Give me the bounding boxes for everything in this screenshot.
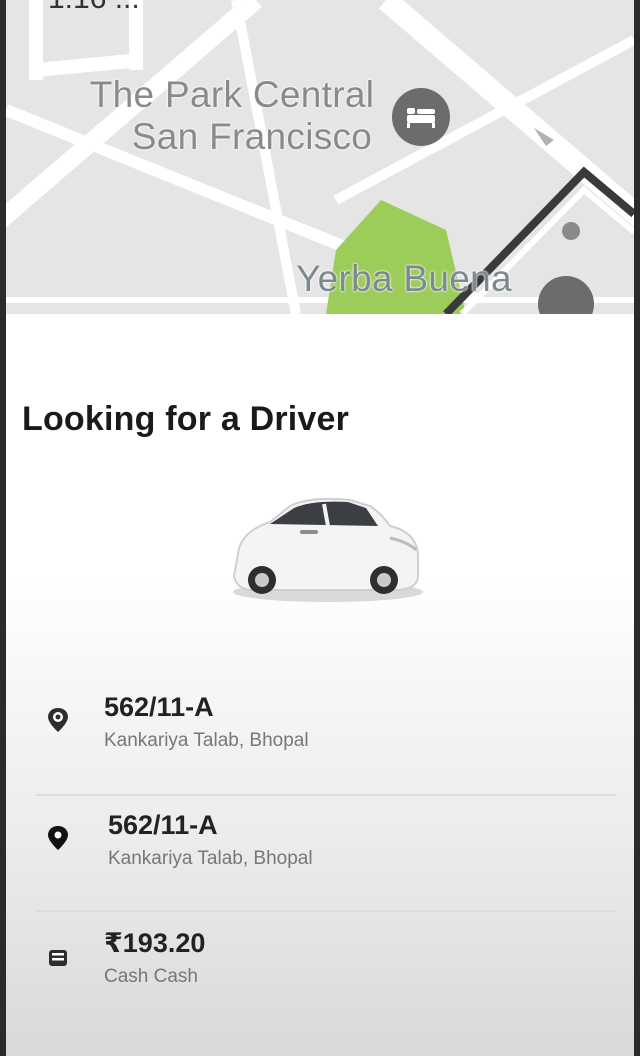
payment-row[interactable]: ₹193.20 Cash Cash: [36, 914, 616, 1030]
dropoff-subtitle: Kankariya Talab, Bhopal: [108, 848, 313, 869]
dropoff-title: 562/11-A: [108, 810, 218, 840]
cash-icon: [49, 950, 67, 966]
dropoff-row[interactable]: 562/11-A Kankariya Talab, Bhopal: [36, 796, 616, 912]
fare-amount: ₹193.20: [104, 928, 206, 958]
bottom-sheet: Looking for a Driver 562/11-A Kankariya …: [6, 314, 634, 1056]
sheet-title: Looking for a Driver: [22, 400, 350, 438]
phone-frame: 1:16 ... The Park Central San Francisco …: [0, 0, 640, 1056]
pickup-title: 562/11-A: [104, 692, 214, 722]
map-poi-dot: [562, 222, 580, 240]
car-image: [232, 497, 423, 602]
pickup-row[interactable]: 562/11-A Kankariya Talab, Bhopal: [36, 680, 616, 796]
hotel-bed-icon[interactable]: [392, 88, 450, 146]
map-view[interactable]: 1:16 ... The Park Central San Francisco …: [6, 0, 634, 314]
map-place-label: The Park Central San Francisco: [82, 74, 382, 158]
payment-method: Cash Cash: [104, 966, 198, 987]
status-bar-time: 1:16 ...: [48, 0, 140, 16]
destination-pin-icon: [48, 826, 68, 850]
pickup-subtitle: Kankariya Talab, Bhopal: [104, 730, 309, 751]
map-park-label: Yerba Buena: [296, 258, 512, 299]
pickup-pin-icon: [48, 708, 68, 732]
map-place-label-line2: San Francisco: [131, 116, 373, 157]
map-place-label-line1: The Park Central: [89, 74, 375, 115]
divider: [36, 910, 616, 912]
